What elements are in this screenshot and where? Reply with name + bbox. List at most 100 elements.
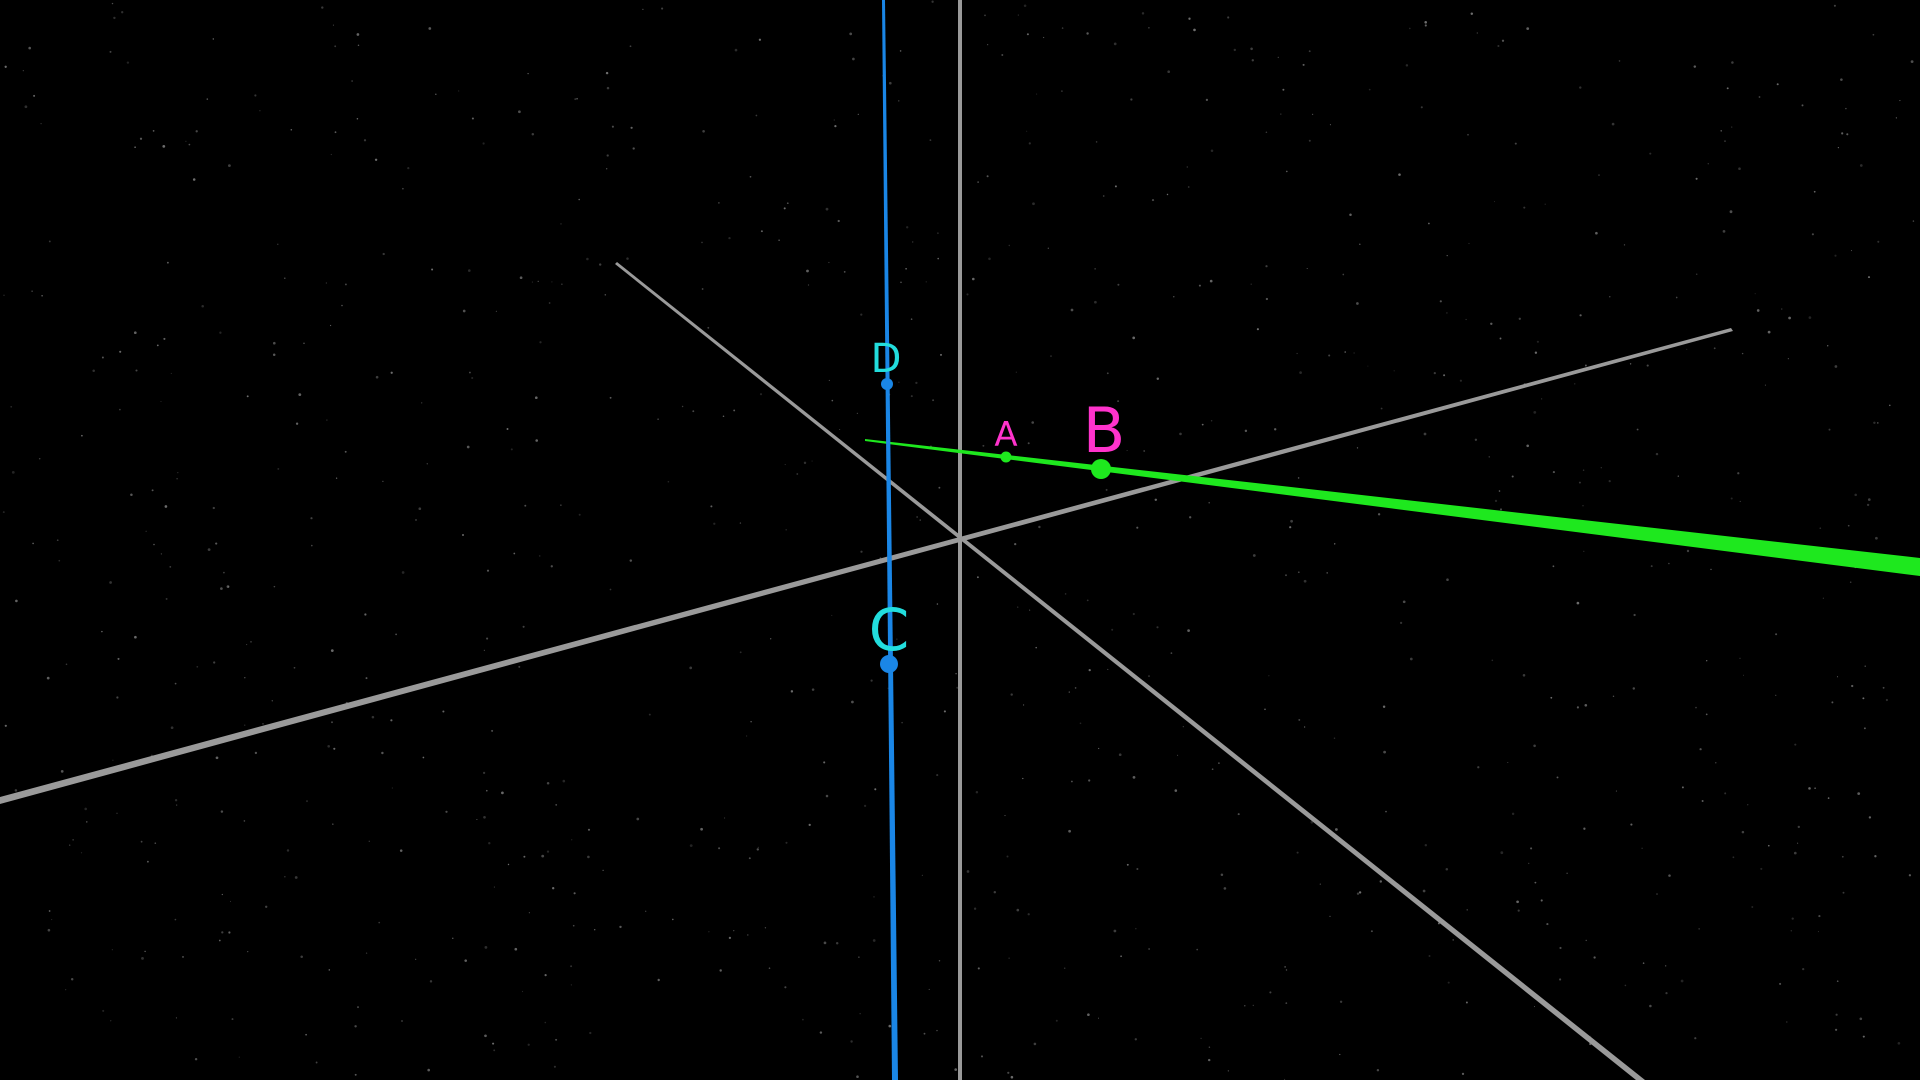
star (1029, 609, 1031, 611)
star (170, 372, 172, 374)
star (1835, 1013, 1838, 1016)
star (1008, 957, 1010, 959)
star (295, 422, 299, 425)
star (859, 1013, 861, 1015)
star (802, 1018, 804, 1021)
star (1328, 354, 1331, 357)
star (518, 110, 521, 114)
star (1061, 27, 1064, 29)
star (1874, 855, 1877, 858)
star (206, 98, 209, 100)
star (368, 840, 370, 842)
star (371, 715, 375, 719)
star (1277, 56, 1279, 59)
star (1802, 967, 1805, 971)
star (1156, 377, 1160, 381)
star (1854, 493, 1857, 497)
star (134, 635, 137, 639)
star (1866, 503, 1870, 507)
star (747, 934, 749, 936)
star (1582, 505, 1584, 507)
star (733, 930, 735, 932)
star (1764, 384, 1766, 386)
star (701, 288, 704, 290)
star (445, 810, 448, 813)
star (977, 967, 980, 970)
star (609, 588, 612, 591)
star (937, 257, 939, 260)
star (1459, 379, 1462, 382)
point-d[interactable]: D (871, 336, 902, 390)
star (929, 139, 932, 142)
star (38, 457, 41, 460)
star (1296, 851, 1299, 854)
star (938, 486, 941, 489)
star (1193, 28, 1196, 32)
star (1695, 706, 1697, 709)
star (119, 408, 121, 411)
star (332, 24, 334, 26)
star (1665, 992, 1668, 995)
star (811, 688, 815, 691)
star (1333, 737, 1336, 739)
star (1201, 423, 1204, 426)
star (1559, 946, 1562, 950)
star (1424, 24, 1427, 27)
star (1827, 797, 1830, 799)
star (1335, 828, 1338, 831)
star (303, 342, 305, 345)
star (488, 842, 491, 845)
star (1817, 931, 1819, 933)
star (966, 870, 970, 873)
star (748, 857, 751, 860)
star (219, 331, 222, 334)
star (1356, 302, 1359, 305)
star (1285, 969, 1288, 971)
point-b[interactable]: B (1083, 394, 1126, 479)
star (1420, 106, 1423, 109)
star (982, 444, 985, 447)
star (145, 530, 147, 532)
star (1600, 467, 1602, 469)
star (506, 428, 509, 430)
star (58, 559, 61, 562)
star (174, 682, 177, 685)
star (277, 243, 279, 245)
star (1780, 308, 1783, 310)
star (1595, 231, 1598, 235)
star (1686, 348, 1688, 350)
star (1061, 90, 1063, 92)
star (1141, 12, 1145, 15)
star (901, 721, 903, 724)
star (327, 744, 331, 748)
star (722, 415, 725, 417)
star (1148, 675, 1150, 678)
star (807, 284, 810, 286)
star (231, 1018, 234, 1021)
star (1135, 927, 1137, 930)
star (1038, 525, 1041, 529)
star (294, 876, 298, 879)
star (1265, 297, 1269, 301)
star (1724, 140, 1726, 142)
star (746, 735, 748, 737)
star (1794, 743, 1797, 746)
star (1715, 762, 1717, 764)
star (1402, 600, 1406, 604)
star (354, 1025, 357, 1028)
star (326, 419, 328, 421)
star (1522, 674, 1526, 677)
star (750, 721, 752, 723)
star (212, 506, 215, 510)
star (1868, 816, 1872, 819)
star (48, 240, 51, 243)
star (1814, 787, 1816, 790)
star (1393, 370, 1395, 372)
3d-scene-canvas[interactable]: A B C D (0, 0, 1920, 1080)
point-c[interactable]: C (869, 596, 910, 673)
star (537, 280, 539, 282)
star (1098, 747, 1100, 750)
star (1382, 705, 1386, 708)
star (111, 949, 113, 951)
star (1808, 316, 1812, 319)
